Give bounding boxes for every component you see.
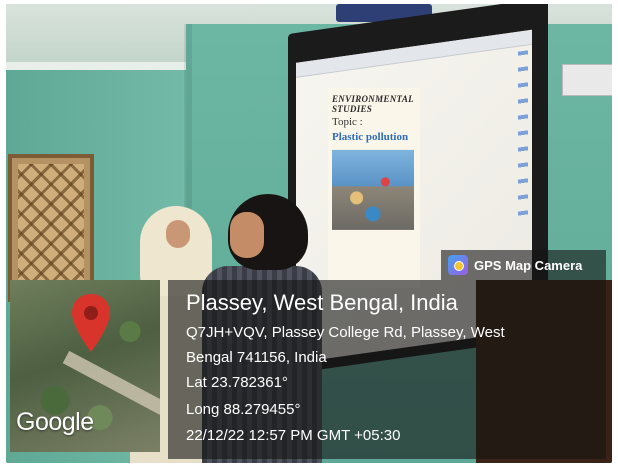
gps-map-camera-icon	[448, 255, 468, 275]
presentation-slide: ENVIRONMENTAL STUDIES Topic : Plastic po…	[328, 87, 420, 288]
timestamp: 22/12/22 12:57 PM GMT +05:30	[186, 427, 401, 444]
browser-toolbar	[296, 29, 532, 78]
presenter-face	[230, 212, 264, 258]
plastic-pollution-image	[332, 149, 414, 230]
map-road	[62, 350, 160, 415]
student-face	[166, 220, 190, 248]
longitude: Long 88.279455°	[186, 401, 301, 418]
switchboard	[562, 64, 612, 96]
board-side-tools	[518, 50, 528, 222]
location-title: Plassey, West Bengal, India	[186, 290, 458, 315]
address-line-2: Bengal 741156, India	[186, 349, 327, 366]
badge-label: GPS Map Camera	[474, 257, 583, 273]
window-lattice	[18, 164, 84, 292]
google-logo: Google	[16, 408, 94, 436]
map-pin-icon	[72, 294, 110, 352]
address-line-1: Q7JH+VQV, Plassey College Rd, Plassey, W…	[186, 324, 505, 341]
latitude: Lat 23.782361°	[186, 374, 288, 391]
slide-subject: Plastic pollution	[332, 130, 409, 143]
slide-topic-label: Topic :	[332, 115, 363, 128]
slide-heading: ENVIRONMENTAL STUDIES	[332, 93, 414, 114]
map-thumbnail: Google	[10, 280, 160, 452]
gps-map-camera-badge: GPS Map Camera	[441, 250, 606, 280]
